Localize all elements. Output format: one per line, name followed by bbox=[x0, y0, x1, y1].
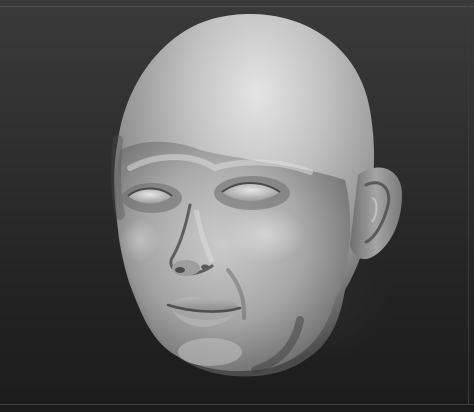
right-cheek-highlight bbox=[225, 207, 305, 263]
ear-icon bbox=[350, 167, 402, 260]
temple-shadow bbox=[110, 135, 125, 220]
sculpted-head-icon[interactable] bbox=[0, 0, 474, 412]
sculpt-viewport[interactable] bbox=[0, 0, 474, 412]
chin-highlight bbox=[178, 338, 242, 366]
left-cheek-highlight bbox=[120, 218, 160, 262]
